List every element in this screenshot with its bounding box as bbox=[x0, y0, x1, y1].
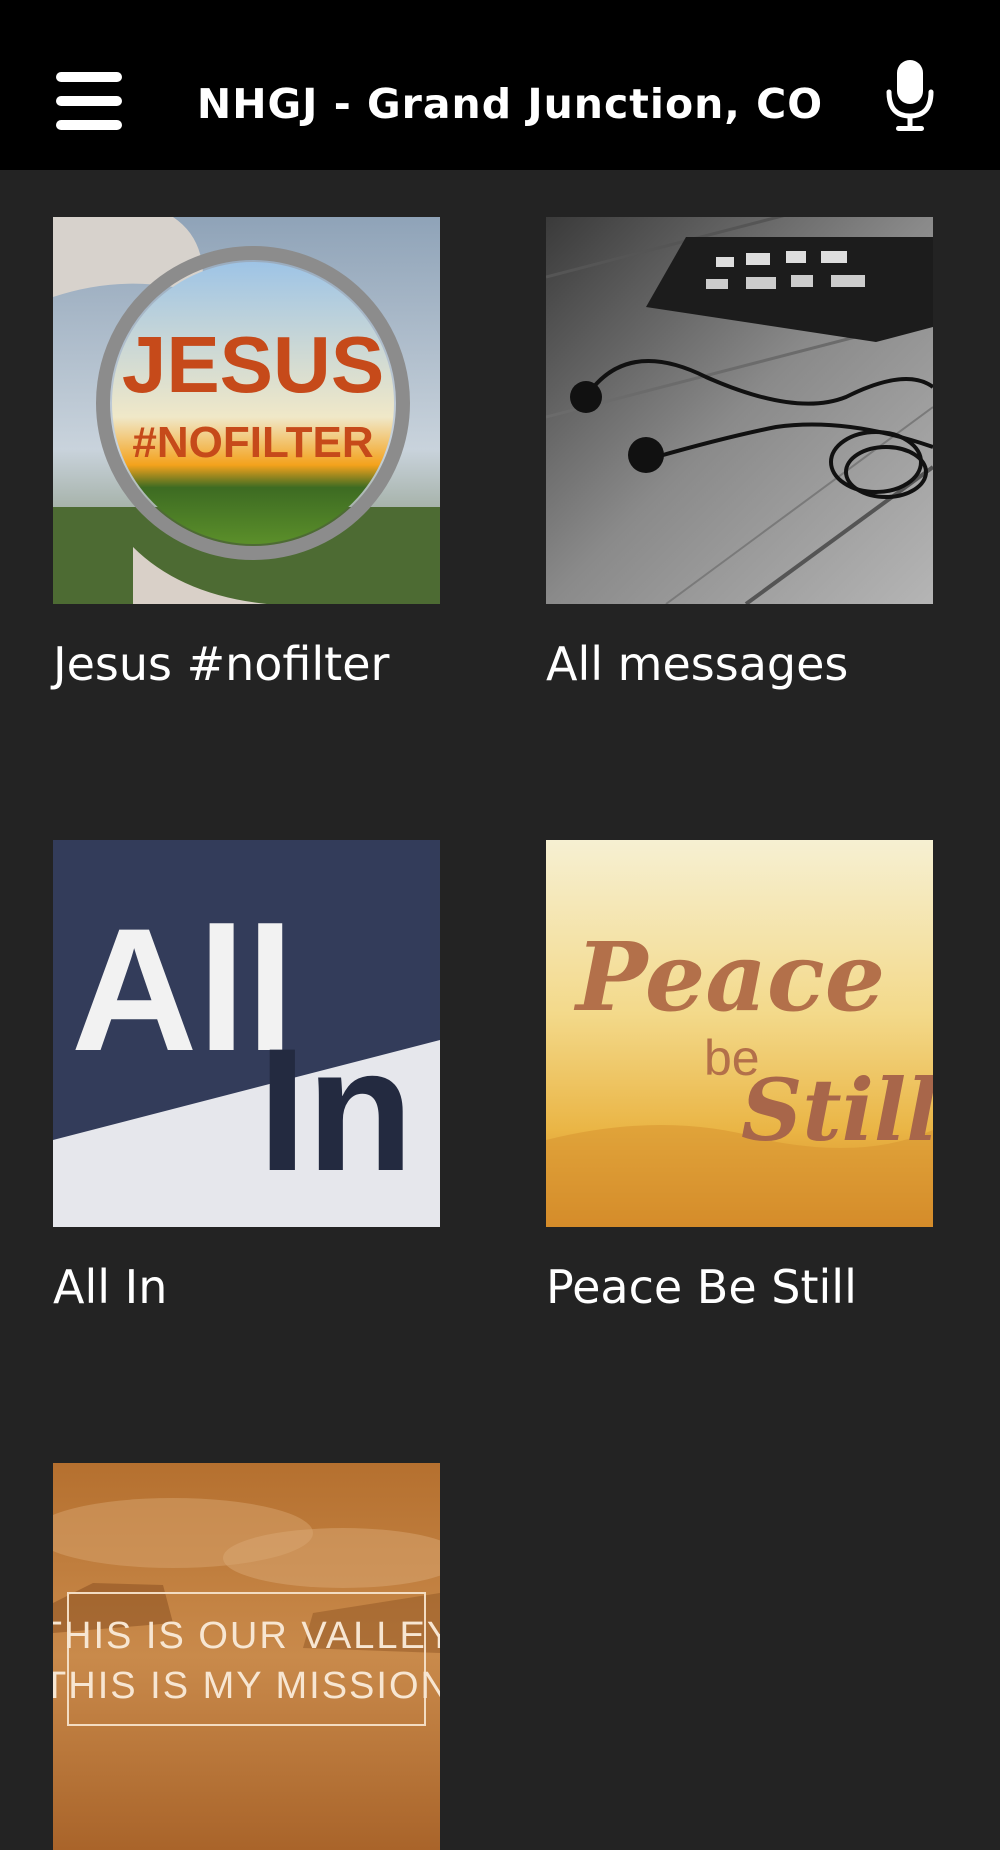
art-text-nofilter: #NOFILTER bbox=[132, 418, 373, 467]
art-text-in: In bbox=[258, 1013, 414, 1208]
series-artwork-all-in[interactable]: All In bbox=[53, 840, 440, 1227]
app-header: NHGJ - Grand Junction, CO bbox=[0, 0, 1000, 170]
series-artwork-our-valley[interactable]: THIS IS OUR VALLEY THIS IS MY MISSION bbox=[53, 1463, 440, 1850]
art-text-still: Still bbox=[741, 1061, 933, 1161]
art-text-line2: THIS IS MY MISSION bbox=[53, 1665, 440, 1707]
page-title: NHGJ - Grand Junction, CO bbox=[196, 80, 824, 128]
series-title[interactable]: Peace Be Still bbox=[546, 1260, 1000, 1314]
art-text-line1: THIS IS OUR VALLEY bbox=[53, 1615, 440, 1657]
series-artwork-all-messages[interactable] bbox=[546, 217, 933, 604]
microphone-icon[interactable] bbox=[884, 58, 936, 134]
series-title[interactable]: Jesus #nofilter bbox=[53, 637, 513, 691]
art-text-jesus: JESUS bbox=[122, 320, 384, 409]
art-text-peace: Peace bbox=[573, 922, 885, 1033]
hamburger-menu-icon[interactable] bbox=[56, 72, 122, 130]
series-artwork-peace-be-still[interactable]: Peace be Still bbox=[546, 840, 933, 1227]
series-title[interactable]: All In bbox=[53, 1260, 513, 1314]
series-artwork-jesus-nofilter[interactable]: JESUS #NOFILTER bbox=[53, 217, 440, 604]
series-title[interactable]: All messages bbox=[546, 637, 1000, 691]
